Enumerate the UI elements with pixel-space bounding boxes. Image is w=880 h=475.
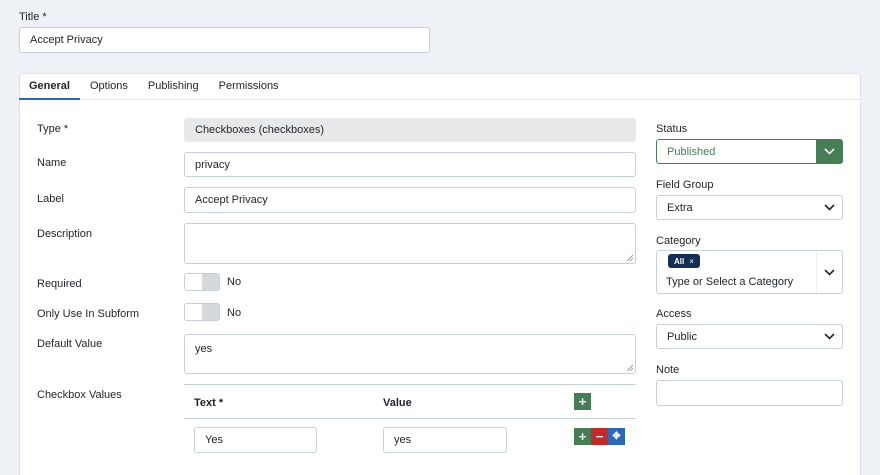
category-label: Category <box>656 235 701 247</box>
field-group-select[interactable]: Extra <box>656 195 843 220</box>
category-tag-all[interactable]: All × <box>668 254 700 268</box>
resize-handle-icon[interactable] <box>627 365 633 371</box>
only-subform-toggle[interactable] <box>184 303 220 321</box>
move-icon: ✥ <box>612 430 621 442</box>
row-value-value: yes <box>394 434 412 446</box>
tab-permissions[interactable]: Permissions <box>209 73 289 99</box>
description-textarea[interactable] <box>184 223 636 264</box>
type-label: Type * <box>37 123 69 135</box>
move-row-button[interactable]: ✥ <box>608 428 625 445</box>
tab-bar: General Options Publishing Permissions <box>19 73 861 100</box>
label-value: Accept Privacy <box>195 194 268 206</box>
category-placeholder: Type or Select a Category <box>666 276 794 288</box>
add-after-row-button[interactable]: + <box>574 428 591 445</box>
field-group-label: Field Group <box>656 179 714 191</box>
access-value: Public <box>667 330 697 343</box>
table-header-rule <box>184 418 636 419</box>
title-input-value: Accept Privacy <box>30 34 103 46</box>
add-row-button[interactable]: + <box>574 393 591 410</box>
plus-icon: + <box>578 429 587 444</box>
row-text-input[interactable]: Yes <box>194 427 317 453</box>
remove-row-button[interactable]: − <box>591 428 608 445</box>
required-toggle[interactable] <box>184 273 220 291</box>
name-label: Name <box>37 157 67 169</box>
access-label: Access <box>656 308 692 320</box>
only-subform-label: Only Use In Subform <box>37 308 140 320</box>
table-top-rule <box>184 384 636 385</box>
name-value: privacy <box>195 158 230 171</box>
default-value-label: Default Value <box>37 338 103 350</box>
label-input[interactable]: Accept Privacy <box>184 187 636 213</box>
required-label: Required <box>37 278 82 290</box>
col-text-header: Text * <box>194 397 224 409</box>
type-field: Checkboxes (checkboxes) <box>184 118 636 142</box>
row-value-input[interactable]: yes <box>383 427 507 453</box>
minus-icon: − <box>595 429 604 444</box>
name-input[interactable]: privacy <box>184 152 636 177</box>
status-label: Status <box>656 123 688 135</box>
chevron-down-icon <box>816 251 842 293</box>
note-label: Note <box>656 364 680 376</box>
required-value: No <box>227 276 242 288</box>
status-value: Published <box>667 145 716 158</box>
checkbox-values-label: Checkbox Values <box>37 389 122 401</box>
chevron-down-icon <box>816 196 842 219</box>
only-subform-value: No <box>227 307 242 319</box>
tab-publishing[interactable]: Publishing <box>138 73 209 99</box>
status-select[interactable]: Published <box>656 139 843 164</box>
note-input[interactable] <box>656 380 843 406</box>
tab-options[interactable]: Options <box>80 73 138 99</box>
row-text-value: Yes <box>205 434 223 446</box>
tag-remove-icon[interactable]: × <box>689 257 694 266</box>
default-value-value: yes <box>195 343 213 355</box>
title-input[interactable]: Accept Privacy <box>19 27 430 53</box>
field-group-value: Extra <box>667 201 693 214</box>
default-value-textarea[interactable]: yes <box>184 334 636 374</box>
description-label: Description <box>37 228 93 240</box>
chevron-down-icon <box>816 325 842 348</box>
tab-general[interactable]: General <box>19 73 80 100</box>
chevron-down-icon <box>816 140 842 163</box>
title-label: Title * <box>19 11 47 23</box>
label-label: Label <box>37 193 64 205</box>
category-tag-label: All <box>674 256 685 266</box>
plus-icon: + <box>578 394 587 409</box>
resize-handle-icon[interactable] <box>627 255 633 261</box>
type-value: Checkboxes (checkboxes) <box>195 124 325 136</box>
col-value-header: Value <box>383 397 412 409</box>
access-select[interactable]: Public <box>656 324 843 349</box>
